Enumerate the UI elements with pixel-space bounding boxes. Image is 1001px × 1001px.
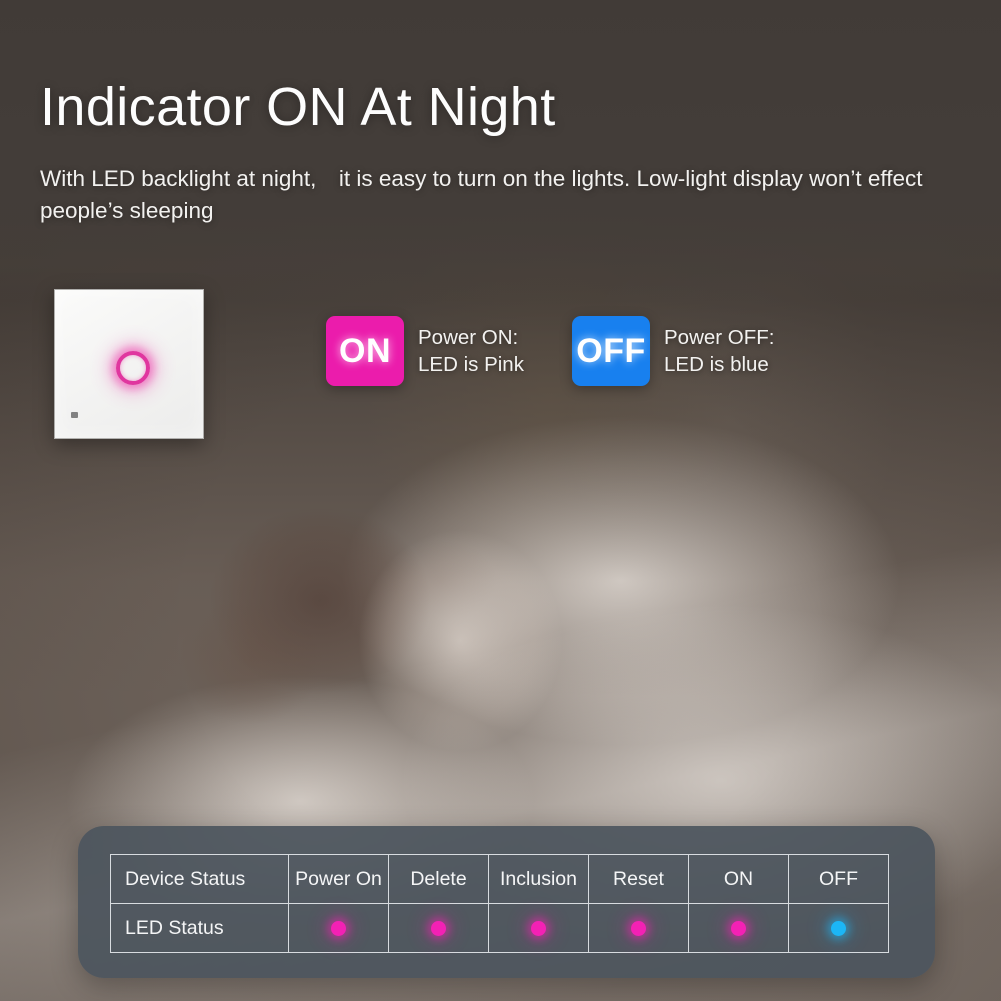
table-header-reset: Reset (588, 854, 689, 904)
table-cell-led-power-on (288, 903, 389, 953)
badge-on: ON (326, 316, 404, 386)
table-header-inclusion: Inclusion (488, 854, 589, 904)
led-status-table: Device Status Power On Delete Inclusion … (110, 854, 889, 953)
led-indicator-ring-icon (116, 351, 150, 385)
table-header-on: ON (688, 854, 789, 904)
led-dot-pink-icon (331, 920, 346, 936)
table-cell-led-off (788, 903, 889, 953)
legend-power-on-line2: LED is Pink (418, 353, 524, 376)
table-cell-led-delete (388, 903, 489, 953)
legend-power-on-line1: Power ON: (418, 325, 519, 349)
legend-power-on-text: Power ON: LED is Pink (418, 324, 524, 379)
table-header-delete: Delete (388, 854, 489, 904)
page-title: Indicator ON At Night (40, 77, 556, 137)
wall-switch-panel (54, 289, 204, 439)
product-infographic: Indicator ON At Night With LED backlight… (0, 0, 1001, 1001)
legend-power-off: OFF Power OFF: LED is blue (572, 316, 775, 386)
table-cell-led-reset (588, 903, 689, 953)
led-dot-pink-icon (431, 920, 446, 936)
table-header-device-status: Device Status (110, 854, 289, 904)
header-dark-band (0, 0, 1001, 300)
table-cell-led-on (688, 903, 789, 953)
table-header-row: Device Status Power On Delete Inclusion … (110, 854, 889, 904)
legend-power-off-text: Power OFF: LED is blue (664, 324, 775, 379)
table-header-off: OFF (788, 854, 889, 904)
table-row: LED Status (110, 903, 889, 953)
legend-power-off-line1: Power OFF: (664, 325, 775, 349)
legend-power-on: ON Power ON: LED is Pink (326, 316, 524, 386)
table-header-power-on: Power On (288, 854, 389, 904)
status-table-card: Device Status Power On Delete Inclusion … (78, 826, 935, 978)
table-cell-led-status-label: LED Status (110, 903, 289, 953)
led-dot-pink-icon (631, 920, 646, 936)
page-subtitle: With LED backlight at night, it is easy … (40, 166, 923, 223)
led-dot-blue-icon (831, 920, 846, 936)
table-cell-led-inclusion (488, 903, 589, 953)
badge-off: OFF (572, 316, 650, 386)
legend-power-off-line2: LED is blue (664, 353, 769, 376)
led-dot-pink-icon (531, 920, 546, 936)
led-dot-pink-icon (731, 920, 746, 936)
sensor-marker-icon (71, 412, 78, 418)
